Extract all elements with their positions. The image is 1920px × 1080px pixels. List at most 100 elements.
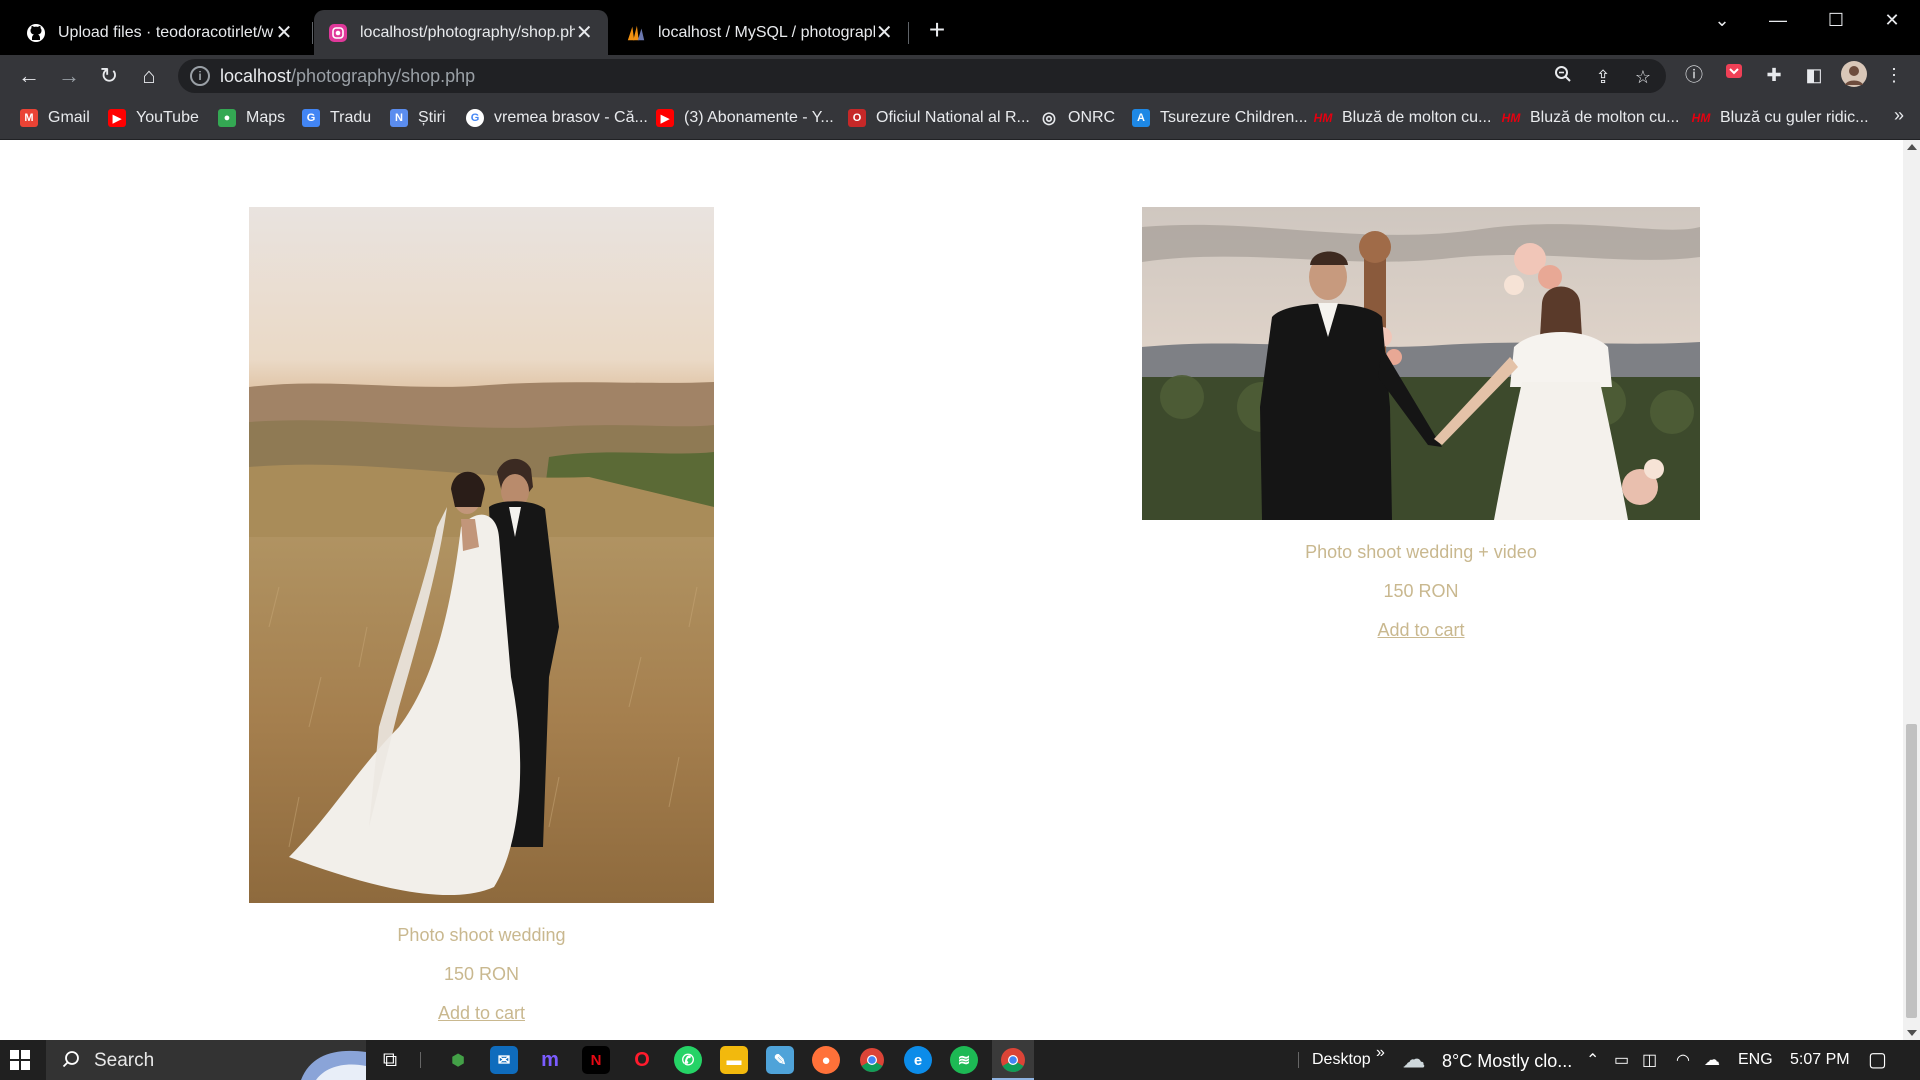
battery-icon[interactable]: ▭ xyxy=(1614,1050,1629,1070)
bookmark-item[interactable]: ● Maps xyxy=(218,106,285,130)
wedding-couple-field-photo xyxy=(249,207,714,903)
bookmark-item[interactable]: ▶ YouTube xyxy=(108,106,199,130)
bookmark-label: Oficiul National al R... xyxy=(876,109,1030,126)
bookmark-label: YouTube xyxy=(136,109,199,126)
tab-title: localhost/photography/shop.php xyxy=(360,23,575,41)
tray-chevron-up-icon[interactable]: ⌃ xyxy=(1586,1050,1599,1070)
side-panel-icon[interactable]: ◧ xyxy=(1800,61,1828,89)
hm-icon: HM xyxy=(1501,111,1521,125)
notifications-icon[interactable]: ▢ xyxy=(1868,1047,1887,1072)
profile-avatar[interactable] xyxy=(1840,61,1868,89)
bookmark-item[interactable]: Gvremea brasov - Că... xyxy=(466,106,648,130)
tab-github-upload[interactable]: Upload files · teodoracotirlet/web ✕ xyxy=(12,10,308,55)
task-view-icon[interactable]: ⧉ xyxy=(376,1046,404,1074)
wifi-icon[interactable]: ◠ xyxy=(1676,1050,1690,1070)
address-bar[interactable]: i localhost/photography/shop.php ⇪ ☆ xyxy=(178,59,1666,93)
hm-icon: HM xyxy=(1691,111,1711,125)
meet-now-icon[interactable]: ◫ xyxy=(1642,1050,1657,1070)
back-button[interactable]: ← xyxy=(14,61,44,91)
extensions-puzzle-icon[interactable]: ✚ xyxy=(1760,61,1788,89)
url-text[interactable]: localhost/photography/shop.php xyxy=(220,66,475,87)
pocket-extension-icon[interactable] xyxy=(1720,61,1748,89)
page-scrollbar[interactable] xyxy=(1903,140,1920,1040)
add-to-cart-link[interactable]: Add to cart xyxy=(438,1003,525,1024)
minimize-window-button[interactable]: — xyxy=(1758,6,1798,34)
bookmark-label: Bluză de molton cu... xyxy=(1530,109,1680,126)
whatsapp-icon[interactable]: ✆ xyxy=(674,1046,702,1074)
scroll-up-arrow-icon[interactable] xyxy=(1907,144,1917,150)
globe-icon: ◎ xyxy=(1042,110,1056,127)
taskbar-search-box[interactable]: Search xyxy=(46,1040,366,1080)
chrome-icon[interactable] xyxy=(858,1046,886,1074)
product-image[interactable] xyxy=(249,207,714,903)
tab-phpmyadmin[interactable]: localhost / MySQL / photography ✕ xyxy=(612,10,908,55)
share-icon[interactable]: ⇪ xyxy=(1590,64,1616,90)
bookmark-item[interactable]: G Tradu xyxy=(302,106,371,130)
forward-button[interactable]: → xyxy=(54,61,84,91)
translate-icon: G xyxy=(302,109,320,127)
chrome-active-icon[interactable] xyxy=(999,1046,1027,1074)
edge-icon[interactable]: e xyxy=(904,1046,932,1074)
browser-menu-icon[interactable]: ⋮ xyxy=(1880,61,1908,89)
zoom-icon[interactable] xyxy=(1550,64,1576,90)
onrc-icon: O xyxy=(848,109,866,127)
bookmark-label: Tradu xyxy=(330,109,372,126)
bookmark-item[interactable]: HM Bluză de molton cu... xyxy=(1313,106,1492,130)
bookmark-item[interactable]: O Oficiul National al R... xyxy=(848,106,1030,130)
taskbar-divider xyxy=(420,1052,421,1068)
bookmark-item[interactable]: HM Bluză cu guler ridic... xyxy=(1692,106,1869,130)
new-tab-button[interactable]: + xyxy=(924,16,950,44)
clock-time[interactable]: 5:07 PM xyxy=(1790,1051,1850,1069)
hex-app-icon[interactable]: ⬢ xyxy=(444,1046,472,1074)
bookmark-item[interactable]: A Tsurezure Children... xyxy=(1132,106,1308,130)
close-window-button[interactable]: ✕ xyxy=(1872,6,1912,34)
google-icon: G xyxy=(466,109,484,127)
weather-cloud-icon[interactable]: ☁ xyxy=(1400,1046,1428,1074)
site-info-icon[interactable]: i xyxy=(190,66,210,86)
firefox-icon[interactable]: ● xyxy=(812,1046,840,1074)
tab-shop-page[interactable]: localhost/photography/shop.php ✕ xyxy=(314,10,608,55)
toolbar-expand-icon[interactable]: » xyxy=(1376,1044,1385,1062)
bookmark-item[interactable]: HM Bluză de molton cu... xyxy=(1501,106,1680,130)
desktop-toolbar-label[interactable]: Desktop xyxy=(1312,1051,1371,1069)
bookmark-item[interactable]: ◎ ONRC xyxy=(1040,106,1115,130)
add-to-cart-link[interactable]: Add to cart xyxy=(1377,620,1464,641)
bookmarks-overflow-button[interactable]: » xyxy=(1894,105,1904,126)
opera-icon[interactable]: O xyxy=(628,1046,656,1074)
maps-icon: ● xyxy=(218,109,236,127)
tab-search-chevron-icon[interactable]: ⌄ xyxy=(1702,6,1742,34)
windows-start-icon[interactable] xyxy=(10,1050,30,1070)
close-tab-icon[interactable]: ✕ xyxy=(875,20,895,45)
product-name: Photo shoot wedding + video xyxy=(1305,542,1537,562)
hm-icon: HM xyxy=(1313,111,1333,125)
mail-icon[interactable]: ✉ xyxy=(490,1046,518,1074)
bookmark-star-icon[interactable]: ☆ xyxy=(1630,64,1656,90)
product-image[interactable] xyxy=(1142,207,1700,520)
url-path: /photography/shop.php xyxy=(291,66,476,86)
product-price: 150 RON xyxy=(1383,581,1459,601)
language-indicator[interactable]: ENG xyxy=(1738,1051,1773,1069)
reload-button[interactable]: ↻ xyxy=(94,61,124,91)
file-explorer-icon[interactable]: ▬ xyxy=(720,1046,748,1074)
extension-info-icon[interactable]: ⓘ xyxy=(1680,61,1708,89)
github-icon xyxy=(26,23,46,43)
netflix-icon[interactable]: N xyxy=(582,1046,610,1074)
scroll-thumb[interactable] xyxy=(1906,724,1917,1018)
wedding-couple-holding-hands-photo xyxy=(1142,207,1700,520)
notes-app-icon[interactable]: ✎ xyxy=(766,1046,794,1074)
scroll-down-arrow-icon[interactable] xyxy=(1907,1030,1917,1036)
onedrive-cloud-icon[interactable]: ☁ xyxy=(1704,1050,1720,1070)
close-tab-icon[interactable]: ✕ xyxy=(575,20,595,45)
home-button[interactable]: ⌂ xyxy=(134,61,164,91)
news-icon: N xyxy=(390,109,408,127)
bookmark-item[interactable]: M Gmail xyxy=(20,106,90,130)
bookmark-item[interactable]: ▶ (3) Abonamente - Y... xyxy=(656,106,834,130)
youtube-icon: ▶ xyxy=(108,109,126,127)
maximize-window-button[interactable]: ☐ xyxy=(1816,6,1856,34)
bookmark-item[interactable]: N Știri xyxy=(390,106,446,130)
messenger-app-icon[interactable]: m xyxy=(536,1046,564,1074)
close-tab-icon[interactable]: ✕ xyxy=(274,20,294,45)
spotify-icon[interactable]: ≋ xyxy=(950,1046,978,1074)
bookmark-label: vremea brasov - Că... xyxy=(494,109,648,126)
weather-text[interactable]: 8°C Mostly clo... xyxy=(1442,1051,1572,1072)
